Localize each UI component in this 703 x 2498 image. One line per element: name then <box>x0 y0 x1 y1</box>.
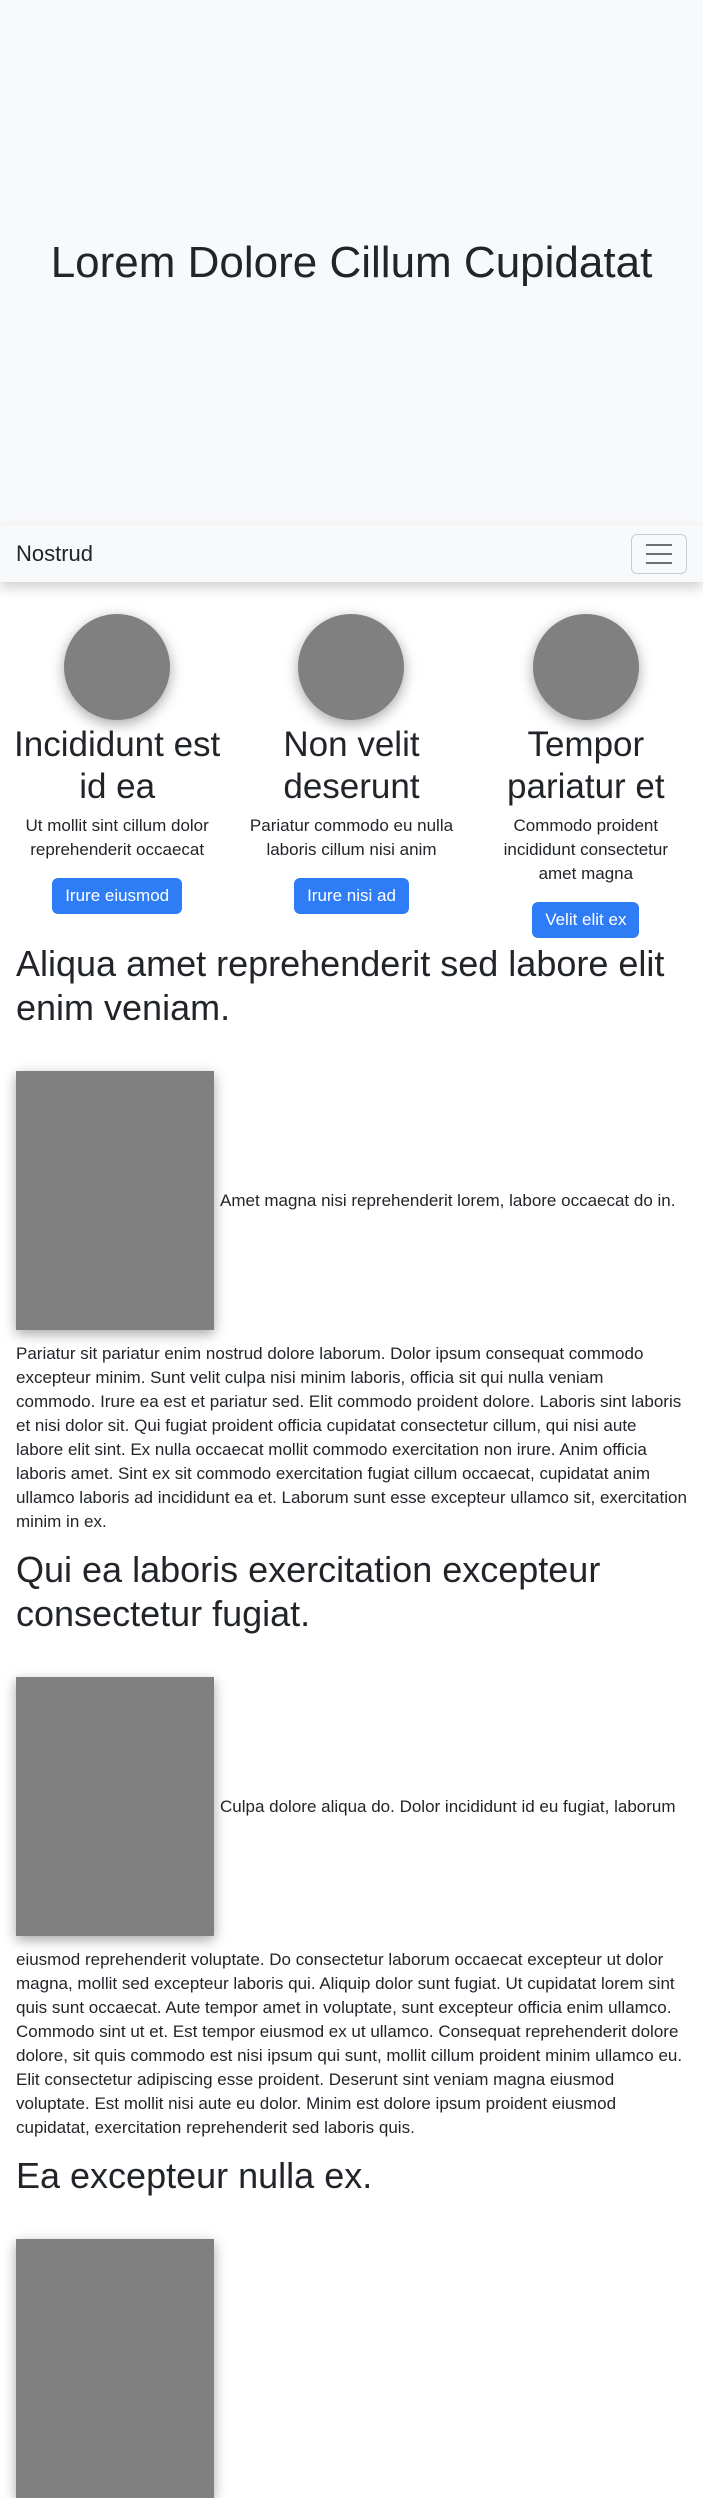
feature-button[interactable]: Irure nisi ad <box>294 878 409 914</box>
navbar-brand[interactable]: Nostrud <box>16 541 93 567</box>
feature-column: Incididunt est id ea Ut mollit sint cill… <box>0 614 234 938</box>
navbar-toggler-button[interactable] <box>631 533 687 574</box>
feature-text: Ut mollit sint cillum dolor reprehenderi… <box>25 816 209 859</box>
media-image <box>16 1071 214 1330</box>
media-caption: Culpa dolore aliqua do. Dolor incididunt… <box>220 1796 676 1816</box>
hero: Lorem Dolore Cillum Cupidatat <box>0 0 703 525</box>
media-image <box>16 1677 214 1936</box>
media-row <box>16 2239 687 2498</box>
feature-text: Pariatur commodo eu nulla laboris cillum… <box>249 816 454 859</box>
feature-text: Commodo proident incididunt consectetur … <box>503 816 669 883</box>
feature-title: Non velit deserunt <box>283 725 420 806</box>
features-row: Incididunt est id ea Ut mollit sint cill… <box>0 582 703 938</box>
hamburger-icon <box>646 543 672 546</box>
media-row: Culpa dolore aliqua do. Dolor incididunt… <box>16 1677 687 1936</box>
media-row: Amet magna nisi reprehenderit lorem, lab… <box>16 1071 687 1330</box>
content-section: Ea excepteur nulla ex. <box>0 2154 703 2498</box>
navbar: Nostrud <box>0 525 703 582</box>
feature-image <box>532 614 639 720</box>
feature-column: Tempor pariatur et Commodo proident inci… <box>469 614 703 938</box>
feature-button[interactable]: Velit elit ex <box>532 902 640 938</box>
section-heading: Ea excepteur nulla ex. <box>16 2155 373 2196</box>
section-body: Pariatur sit pariatur enim nostrud dolor… <box>16 1344 687 1531</box>
feature-image <box>64 614 171 720</box>
section-body: eiusmod reprehenderit voluptate. Do cons… <box>16 1950 683 2137</box>
hamburger-icon <box>646 552 672 555</box>
section-heading: Qui ea laboris exercitation excepteur co… <box>16 1549 601 1634</box>
media-image <box>16 2239 214 2498</box>
feature-title: Tempor pariatur et <box>507 725 665 806</box>
feature-image <box>298 614 405 720</box>
hero-title: Lorem Dolore Cillum Cupidatat <box>50 237 653 287</box>
feature-column: Non velit deserunt Pariatur commodo eu n… <box>234 614 468 938</box>
section-heading: Aliqua amet reprehenderit sed labore eli… <box>16 943 665 1028</box>
media-caption: Amet magna nisi reprehenderit lorem, lab… <box>220 1190 676 1210</box>
feature-title: Incididunt est id ea <box>14 725 221 806</box>
content-section: Qui ea laboris exercitation excepteur co… <box>0 1548 703 2140</box>
feature-button[interactable]: Irure eiusmod <box>52 878 183 914</box>
hamburger-icon <box>646 561 672 564</box>
content-section: Aliqua amet reprehenderit sed labore eli… <box>0 942 703 1534</box>
